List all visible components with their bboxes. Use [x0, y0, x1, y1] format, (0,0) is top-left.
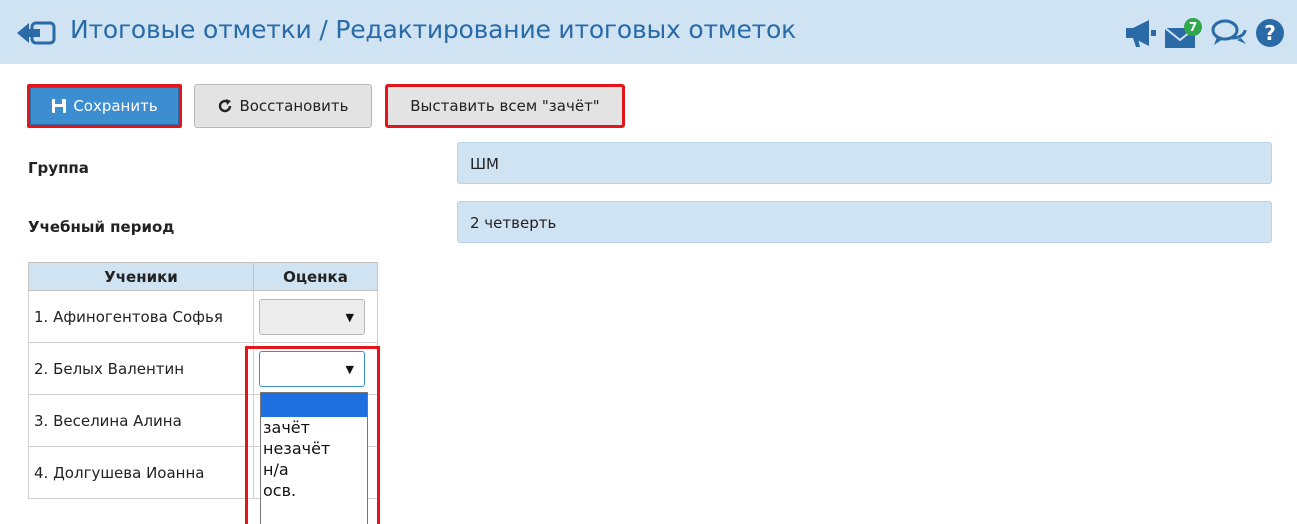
save-button-label: Сохранить: [73, 97, 158, 115]
notification-count: 7: [1189, 20, 1197, 34]
table-row: 1. Афиногентова Софья ▼: [28, 290, 378, 343]
group-label: Группа: [28, 159, 89, 177]
restore-button-label: Восстановить: [239, 97, 349, 115]
set-all-pass-button-label: Выставить всем "зачёт": [410, 97, 600, 115]
back-icon[interactable]: [16, 21, 56, 45]
save-icon: [52, 99, 67, 113]
dropdown-option-na[interactable]: н/а: [261, 459, 367, 480]
svg-text:?: ?: [1264, 21, 1276, 45]
set-all-pass-button[interactable]: Выставить всем "зачёт": [385, 84, 625, 128]
column-header-grade: Оценка: [253, 262, 378, 291]
student-name: 2. Белых Валентин: [28, 342, 254, 395]
chat-icon[interactable]: [1210, 17, 1248, 49]
restore-button[interactable]: Восстановить: [194, 84, 372, 128]
grade-dropdown-list: зачёт незачёт н/а осв.: [260, 392, 368, 524]
save-button[interactable]: Сохранить: [27, 84, 182, 128]
page-title: Итоговые отметки / Редактирование итогов…: [70, 15, 797, 44]
dropdown-option-pass[interactable]: зачёт: [261, 417, 367, 438]
student-name: 3. Веселина Алина: [28, 394, 254, 447]
grade-cell: ▼: [253, 290, 378, 343]
dropdown-option-exempt[interactable]: осв.: [261, 480, 367, 501]
column-header-students: Ученики: [28, 262, 254, 291]
grade-select[interactable]: ▼: [259, 299, 365, 335]
period-field: 2 четверть: [457, 201, 1272, 243]
student-name: 1. Афиногентова Софья: [28, 290, 254, 343]
refresh-icon: [219, 99, 232, 113]
caret-down-icon: ▼: [345, 311, 354, 324]
table-header-row: Ученики Оценка: [28, 262, 378, 291]
mail-icon[interactable]: 7: [1163, 17, 1205, 49]
group-field: ШМ: [457, 142, 1272, 184]
help-icon[interactable]: ?: [1254, 17, 1286, 49]
dropdown-option-fail[interactable]: незачёт: [261, 438, 367, 459]
period-label: Учебный период: [28, 218, 175, 236]
page-header: Итоговые отметки / Редактирование итогов…: [0, 0, 1297, 64]
dropdown-option-empty[interactable]: [261, 393, 367, 417]
megaphone-icon[interactable]: [1123, 17, 1157, 49]
student-name: 4. Долгушева Иоанна: [28, 446, 254, 499]
